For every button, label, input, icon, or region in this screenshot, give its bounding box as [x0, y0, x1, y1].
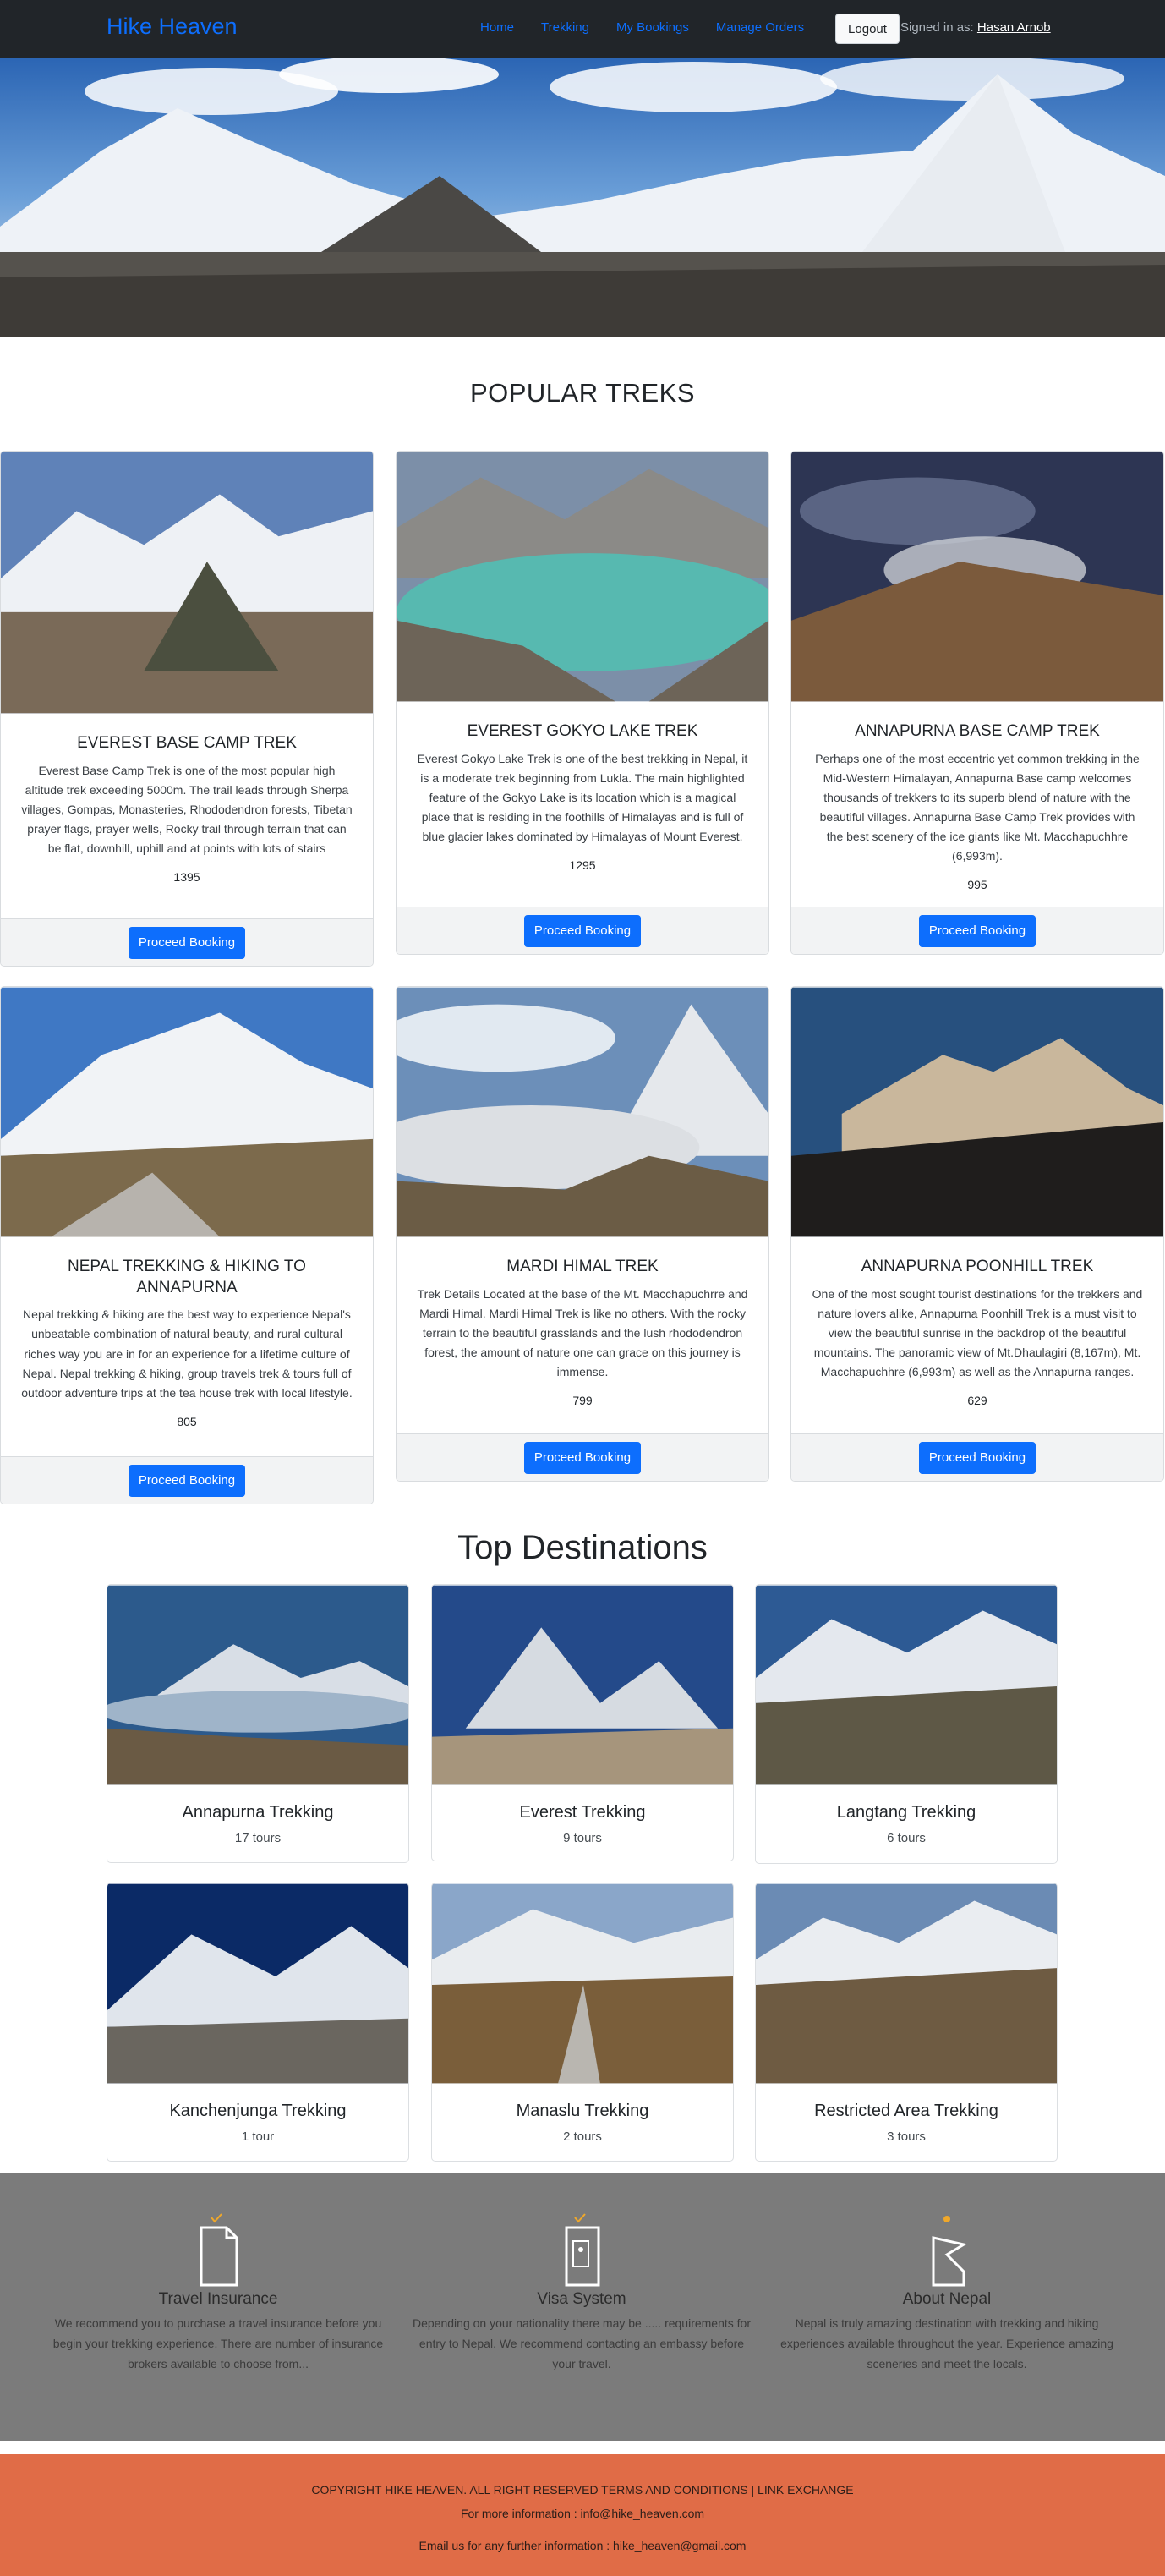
trek-card-footer: Proceed Booking: [397, 1433, 768, 1481]
navbar: Hike Heaven Home Trekking My Bookings Ma…: [0, 0, 1165, 58]
info-about-nepal: About Nepal Nepal is truly amazing desti…: [761, 2173, 1133, 2374]
trek-image: [397, 452, 768, 702]
proceed-booking-button[interactable]: Proceed Booking: [918, 1441, 1036, 1474]
passport-icon: [565, 2213, 600, 2287]
destination-tour-count: 17 tours: [234, 1831, 282, 1845]
destination-image: [756, 1585, 1057, 1785]
info-title: Visa System: [537, 2290, 626, 2308]
nav-manage-orders[interactable]: Manage Orders: [716, 20, 804, 35]
trek-title: EVEREST BASE CAMP TREK: [77, 734, 297, 752]
trek-image: [397, 987, 768, 1237]
footer-copyright: COPYRIGHT HIKE HEAVEN. ALL RIGHT RESERVE…: [311, 2483, 854, 2497]
destination-tour-count: 9 tours: [563, 1831, 602, 1845]
page-footer: COPYRIGHT HIKE HEAVEN. ALL RIGHT RESERVE…: [0, 2454, 1165, 2576]
trek-price: 805: [177, 1414, 197, 1428]
destination-name: Annapurna Trekking: [182, 1803, 334, 1822]
destination-tour-count: 3 tours: [887, 2129, 926, 2144]
trek-card: MARDI HIMAL TREK Trek Details Located at…: [396, 986, 769, 1482]
info-title: Travel Insurance: [158, 2290, 278, 2308]
trek-description: Everest Base Camp Trek is one of the mos…: [21, 763, 353, 856]
map-pin-icon: [932, 2216, 967, 2287]
document-icon: [200, 2213, 238, 2287]
info-title: About Nepal: [902, 2290, 992, 2308]
trek-image: [1, 452, 373, 714]
trek-card: NEPAL TREKKING & HIKING TO ANNAPURNA Nep…: [0, 986, 374, 1504]
trek-title: ANNAPURNA BASE CAMP TREK: [855, 722, 1100, 740]
destination-tour-count: 6 tours: [887, 1831, 926, 1845]
destination-image: [432, 1883, 733, 2084]
trek-card-footer: Proceed Booking: [791, 907, 1163, 954]
trek-image: [791, 452, 1163, 702]
nav-home[interactable]: Home: [480, 20, 514, 35]
footer-contact-email: Email us for any further information : h…: [418, 2539, 747, 2552]
destination-image: [107, 1883, 408, 2084]
trek-price: 995: [967, 878, 987, 892]
destination-card[interactable]: Manaslu Trekking 2 tours: [431, 1883, 734, 2162]
trek-image: [791, 987, 1163, 1237]
proceed-booking-button[interactable]: Proceed Booking: [918, 914, 1036, 947]
signed-in-status: Signed in as: Hasan Arnob: [900, 20, 1051, 35]
trek-title: NEPAL TREKKING & HIKING TO ANNAPURNA: [68, 1258, 306, 1296]
destination-name: Restricted Area Trekking: [814, 2102, 998, 2120]
trek-description: One of the most sought tourist destinati…: [812, 1286, 1143, 1379]
trek-description: Trek Details Located at the base of the …: [417, 1286, 748, 1379]
trek-title: ANNAPURNA POONHILL TREK: [861, 1258, 1094, 1275]
destination-tour-count: 1 tour: [241, 2129, 275, 2144]
destination-card[interactable]: Restricted Area Trekking 3 tours: [755, 1883, 1058, 2162]
footer-info-email: For more information : info@hike_heaven.…: [460, 2507, 705, 2520]
trek-description: Everest Gokyo Lake Trek is one of the be…: [417, 751, 748, 844]
info-text: Nepal is truly amazing destination with …: [780, 2316, 1113, 2370]
info-travel-insurance: Travel Insurance We recommend you to pur…: [32, 2173, 404, 2374]
destination-card[interactable]: Annapurna Trekking 17 tours: [107, 1584, 409, 1863]
info-text: Depending on your nationality there may …: [413, 2316, 751, 2370]
trek-card: ANNAPURNA BASE CAMP TREK Perhaps one of …: [790, 451, 1164, 955]
destination-name: Everest Trekking: [519, 1803, 646, 1822]
proceed-booking-button[interactable]: Proceed Booking: [523, 1441, 642, 1474]
trek-price: 1395: [173, 870, 200, 885]
destination-card[interactable]: Kanchenjunga Trekking 1 tour: [107, 1883, 409, 2162]
destination-card[interactable]: Everest Trekking 9 tours: [431, 1584, 734, 1861]
destination-image: [756, 1883, 1057, 2084]
proceed-booking-button[interactable]: Proceed Booking: [523, 914, 642, 947]
hero-mountain-image: [0, 58, 1165, 337]
user-name-link[interactable]: Hasan Arnob: [977, 20, 1051, 35]
trek-card: ANNAPURNA POONHILL TREK One of the most …: [790, 986, 1164, 1482]
nav-trekking[interactable]: Trekking: [541, 20, 589, 35]
trek-card: EVEREST GOKYO LAKE TREK Everest Gokyo La…: [396, 451, 769, 955]
destination-name: Manaslu Trekking: [516, 2102, 649, 2120]
trek-card-footer: Proceed Booking: [1, 1456, 373, 1504]
popular-treks-title: POPULAR TREKS: [469, 378, 696, 408]
top-destinations-title: Top Destinations: [457, 1529, 708, 1566]
trek-card-footer: Proceed Booking: [791, 1433, 1163, 1481]
trek-image: [1, 987, 373, 1237]
info-visa-system: Visa System Depending on your nationalit…: [396, 2173, 768, 2374]
hero-banner: [0, 58, 1165, 337]
trek-price: 629: [967, 1394, 987, 1408]
nav-links: Home Trekking My Bookings Manage Orders: [480, 20, 831, 35]
trek-description: Nepal trekking & hiking are the best way…: [21, 1307, 353, 1400]
info-band: Travel Insurance We recommend you to pur…: [0, 2173, 1165, 2441]
trek-card-footer: Proceed Booking: [397, 907, 768, 954]
logout-button[interactable]: Logout: [835, 14, 900, 44]
signed-in-label: Signed in as:: [900, 20, 974, 35]
trek-card: EVEREST BASE CAMP TREK Everest Base Camp…: [0, 451, 374, 967]
trek-description: Perhaps one of the most eccentric yet co…: [815, 751, 1140, 863]
trek-title: MARDI HIMAL TREK: [506, 1258, 659, 1275]
trek-title: EVEREST GOKYO LAKE TREK: [467, 722, 698, 740]
trek-price: 799: [572, 1394, 593, 1408]
proceed-booking-button[interactable]: Proceed Booking: [128, 926, 246, 959]
info-text: We recommend you to purchase a travel in…: [52, 2316, 384, 2370]
destination-name: Langtang Trekking: [836, 1803, 976, 1822]
destination-image: [107, 1585, 408, 1785]
trek-card-footer: Proceed Booking: [1, 918, 373, 966]
destination-card[interactable]: Langtang Trekking 6 tours: [755, 1584, 1058, 1864]
trek-price: 1295: [569, 858, 596, 873]
proceed-booking-button[interactable]: Proceed Booking: [128, 1464, 246, 1497]
destination-image: [432, 1585, 733, 1785]
destination-tour-count: 2 tours: [563, 2129, 602, 2144]
nav-my-bookings[interactable]: My Bookings: [616, 20, 689, 35]
destination-name: Kanchenjunga Trekking: [169, 2102, 347, 2120]
brand-logo[interactable]: Hike Heaven: [107, 14, 238, 40]
